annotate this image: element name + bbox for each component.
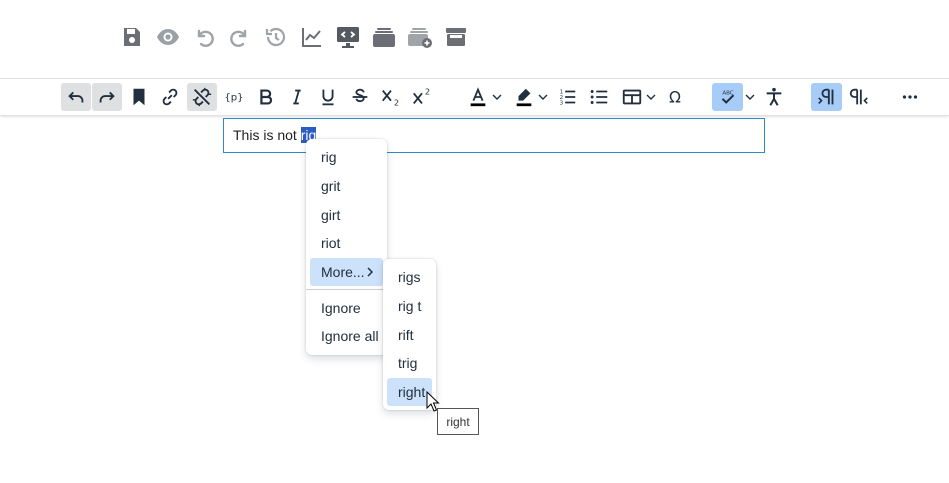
svg-text:2: 2 bbox=[425, 86, 430, 96]
suggestion-trig[interactable]: trig bbox=[387, 349, 432, 378]
ltr-direction-button[interactable] bbox=[811, 83, 842, 111]
bold-button[interactable] bbox=[252, 83, 280, 111]
strikethrough-button[interactable] bbox=[346, 83, 374, 111]
undo-icon bbox=[68, 91, 84, 103]
menu-separator bbox=[306, 289, 387, 291]
special-character-button[interactable]: Ω bbox=[661, 83, 689, 111]
ltr-icon bbox=[817, 88, 833, 105]
ignore-all-item[interactable]: Ignore all bbox=[310, 322, 383, 351]
suggestion-girt[interactable]: girt bbox=[310, 200, 383, 229]
svg-text:3: 3 bbox=[560, 100, 564, 106]
suggestion-rigs[interactable]: rigs bbox=[387, 263, 432, 292]
editor-toolbar: {p} 2 2 123 Ω ABC bbox=[0, 78, 949, 116]
editor-content-area[interactable]: This is not rig bbox=[223, 118, 765, 153]
app-toolbar bbox=[114, 22, 474, 52]
code-view-button[interactable] bbox=[330, 22, 366, 52]
suggestion-grit[interactable]: grit bbox=[310, 172, 383, 201]
spellcheck-button[interactable]: ABC bbox=[712, 83, 743, 111]
eye-icon bbox=[157, 29, 179, 45]
suggestion-rig[interactable]: rig bbox=[310, 143, 383, 172]
rtl-direction-button[interactable] bbox=[845, 83, 873, 111]
bold-icon bbox=[260, 89, 273, 105]
app-redo-button[interactable] bbox=[222, 22, 258, 52]
save-icon bbox=[124, 28, 140, 46]
spellcheck-context-menu: rig grit girt riot More... Ignore Ignore… bbox=[306, 139, 387, 355]
chevron-down-icon bbox=[538, 94, 547, 100]
monitor-code-icon bbox=[337, 27, 359, 48]
suggestion-tooltip: right bbox=[437, 408, 479, 435]
redo-button[interactable] bbox=[92, 83, 122, 111]
table-button[interactable] bbox=[618, 83, 658, 111]
svg-text:{p}: {p} bbox=[224, 93, 243, 104]
ignore-item[interactable]: Ignore bbox=[310, 293, 383, 322]
spellcheck-icon: ABC bbox=[721, 90, 734, 104]
accessibility-icon bbox=[766, 87, 782, 106]
accessibility-button[interactable] bbox=[760, 83, 788, 111]
spellcheck-dropdown-button[interactable] bbox=[743, 83, 757, 111]
save-button[interactable] bbox=[114, 22, 150, 52]
numbered-list-icon: 123 bbox=[560, 89, 576, 106]
archive-button[interactable] bbox=[438, 22, 474, 52]
underline-button[interactable] bbox=[314, 83, 342, 111]
undo-icon bbox=[197, 29, 214, 47]
subscript-button[interactable]: 2 bbox=[377, 83, 405, 111]
unlink-button[interactable] bbox=[187, 83, 217, 111]
numbered-list-button[interactable]: 123 bbox=[553, 83, 581, 111]
line-chart-icon bbox=[302, 28, 321, 47]
suggestion-rift[interactable]: rift bbox=[387, 320, 432, 349]
more-suggestions-submenu: rigs rig t rift trig right bbox=[383, 259, 436, 411]
more-suggestions-label: More... bbox=[321, 264, 365, 281]
redo-icon bbox=[230, 29, 247, 47]
unlink-icon bbox=[192, 87, 212, 107]
add-layer-button[interactable] bbox=[402, 22, 438, 52]
rtl-icon bbox=[849, 88, 868, 105]
chevron-right-icon bbox=[367, 267, 374, 277]
preview-button[interactable] bbox=[150, 22, 186, 52]
svg-text:2: 2 bbox=[394, 97, 399, 107]
italic-button[interactable] bbox=[283, 83, 311, 111]
chevron-down-icon bbox=[745, 94, 755, 100]
stack-icon bbox=[373, 28, 395, 47]
more-suggestions-item[interactable]: More... bbox=[310, 257, 383, 287]
curly-braces-icon: {p} bbox=[224, 93, 243, 104]
highlight-color-button[interactable] bbox=[508, 83, 552, 111]
subscript-icon: 2 bbox=[382, 90, 399, 107]
omega-icon: Ω bbox=[669, 89, 681, 107]
undo-button[interactable] bbox=[61, 83, 91, 111]
table-icon bbox=[622, 89, 641, 105]
superscript-icon: 2 bbox=[413, 86, 430, 104]
stack-add-icon bbox=[408, 28, 432, 48]
text-color-icon bbox=[470, 87, 485, 107]
svg-text:Ω: Ω bbox=[669, 89, 681, 107]
template-placeholder-button[interactable]: {p} bbox=[220, 83, 248, 111]
link-button[interactable] bbox=[156, 83, 184, 111]
editor-text-before: This is not bbox=[233, 127, 301, 143]
link-icon bbox=[162, 88, 178, 106]
bookmark-icon bbox=[133, 88, 145, 106]
layers-button[interactable] bbox=[366, 22, 402, 52]
history-button[interactable] bbox=[258, 22, 294, 52]
history-icon bbox=[265, 27, 286, 47]
more-horizontal-icon bbox=[902, 95, 918, 99]
bullet-list-button[interactable] bbox=[585, 83, 613, 111]
superscript-button[interactable]: 2 bbox=[408, 83, 436, 111]
editor-paragraph[interactable]: This is not rig bbox=[233, 127, 317, 143]
app-undo-button[interactable] bbox=[186, 22, 222, 52]
redo-icon bbox=[99, 91, 115, 103]
strikethrough-icon bbox=[352, 88, 368, 103]
suggestion-rig-t[interactable]: rig t bbox=[387, 292, 432, 321]
bullet-list-icon bbox=[590, 90, 608, 104]
archive-icon bbox=[446, 28, 466, 46]
chevron-down-icon bbox=[646, 94, 655, 100]
chart-button[interactable] bbox=[294, 22, 330, 52]
text-color-button[interactable] bbox=[462, 83, 506, 111]
underline-icon bbox=[322, 89, 334, 106]
chevron-down-icon bbox=[492, 94, 501, 100]
more-toolbar-button[interactable] bbox=[896, 83, 924, 111]
suggestion-riot[interactable]: riot bbox=[310, 229, 383, 258]
highlighter-icon bbox=[516, 88, 531, 107]
bookmark-button[interactable] bbox=[125, 83, 153, 111]
italic-icon bbox=[293, 89, 301, 105]
